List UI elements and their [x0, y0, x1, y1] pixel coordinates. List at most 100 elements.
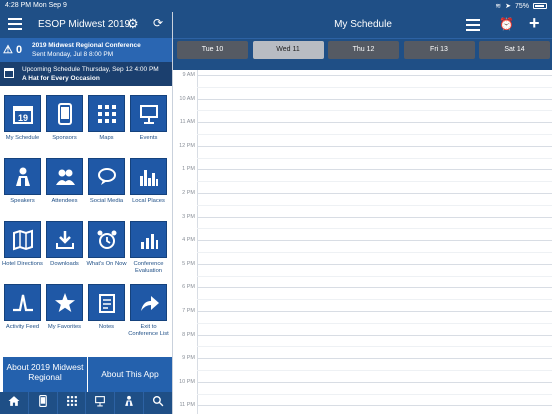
tab-bar — [0, 392, 172, 414]
hour-label: 11 AM — [179, 119, 195, 126]
hour-label: 5 PM — [182, 260, 195, 267]
day-tab-tue-10[interactable]: Tue 10 — [177, 41, 248, 59]
half-hour-line — [197, 86, 552, 88]
half-hour-line — [197, 252, 552, 253]
tile-label: Notes — [98, 324, 115, 330]
notification-title: 2019 Midwest Regional Conference — [32, 42, 141, 49]
speaker-icon — [4, 158, 41, 195]
upcoming-banner[interactable]: Upcoming Schedule Thursday, Sep 12 4:00 … — [0, 62, 172, 86]
half-hour-line — [197, 204, 552, 206]
grid-icon — [88, 95, 125, 132]
status-time-date: 4:28 PM Mon Sep 9 — [5, 2, 67, 9]
day-tab-thu-12[interactable]: Thu 12 — [328, 41, 399, 59]
day-tab-sat-14[interactable]: Sat 14 — [479, 41, 550, 59]
tab-speaker[interactable] — [115, 392, 145, 414]
tab-home[interactable] — [0, 392, 29, 414]
tile-social-media[interactable]: Social Media — [85, 158, 128, 205]
tab-mobile[interactable] — [29, 392, 58, 414]
about-app-button[interactable]: About This App — [88, 357, 172, 395]
tile-my-favorites[interactable]: My Favorites — [43, 284, 86, 331]
hour-label: 2 PM — [182, 190, 195, 196]
tile-label: My Favorites — [47, 324, 82, 330]
hour-label: 11 PM — [179, 402, 196, 409]
tile-attendees[interactable]: Attendees — [43, 158, 86, 205]
half-hour-line — [197, 299, 552, 301]
schedule-timeline[interactable]: 9 AM 10 AM 11 AM 12 PM 1 PM 2 PM 3 PM 4 PM 5 PM 6… — [173, 70, 552, 414]
notes-icon — [88, 284, 125, 321]
tile-label: Attendees — [51, 198, 78, 204]
tile-my-schedule[interactable]: 19 My Schedule — [1, 95, 44, 142]
battery-percent: 75% — [514, 2, 529, 10]
notification-banner[interactable]: ⚠ 0 2019 Midwest Regional Conference Sen… — [0, 38, 172, 62]
tile-label: Speakers — [10, 198, 35, 204]
hour-line — [197, 334, 552, 336]
hour-line — [197, 75, 552, 76]
tile-speakers[interactable]: Speakers — [1, 158, 44, 205]
hour-label: 10 AM — [179, 95, 195, 102]
presentation-icon — [94, 394, 106, 412]
half-hour-line — [197, 110, 552, 112]
day-selector: Tue 10 Wed 11 Thu 12 Fri 13 Sat 14 — [173, 38, 552, 70]
refresh-icon[interactable]: ⟳ — [153, 16, 163, 30]
notification-sent: Sent Monday, Jul 8 8:00 PM — [32, 51, 114, 58]
speaker-icon — [123, 394, 135, 412]
tile-conference-evaluation[interactable]: Conference Evaluation — [127, 221, 170, 275]
day-tab-wed-11[interactable]: Wed 11 — [252, 41, 324, 59]
tab-search[interactable] — [144, 392, 172, 414]
half-hour-line — [197, 134, 552, 135]
notification-count-value: 0 — [15, 44, 23, 56]
activity-icon — [4, 284, 41, 321]
skyline-icon — [130, 158, 167, 195]
about-event-button[interactable]: About 2019 Midwest Regional — [3, 357, 87, 395]
alarm-icon[interactable]: ⏰ — [499, 17, 514, 31]
tile-notes[interactable]: Notes — [85, 284, 128, 331]
tile-label: My Schedule — [5, 135, 40, 141]
tile-label: What's On Now — [86, 261, 127, 267]
search-icon — [152, 394, 164, 412]
menu-icon[interactable] — [8, 18, 22, 30]
tile-sponsors[interactable]: Sponsors — [43, 95, 86, 142]
list-icon[interactable] — [466, 19, 480, 34]
notification-count: ⚠ 0 — [3, 43, 22, 56]
hour-line — [197, 405, 552, 407]
hour-line — [197, 287, 552, 289]
tile-local-places[interactable]: Local Places — [127, 158, 170, 205]
page-title: My Schedule — [334, 19, 392, 30]
add-icon[interactable]: + — [529, 13, 540, 34]
tile-label: Local Places — [132, 198, 165, 204]
battery-icon — [533, 3, 547, 9]
tile-label: Hotel Directions — [2, 261, 43, 267]
star-icon — [46, 284, 83, 321]
hour-line — [197, 98, 552, 100]
day-tab-fri-13[interactable]: Fri 13 — [403, 41, 475, 59]
mobile-icon — [37, 394, 49, 412]
people-icon — [46, 158, 83, 195]
hour-line — [197, 358, 552, 360]
grid-icon — [66, 394, 78, 412]
status-date: Mon Sep 9 — [33, 2, 67, 9]
share-arrow-icon — [130, 284, 167, 321]
hour-line — [197, 145, 552, 147]
tile-downloads[interactable]: Downloads — [43, 221, 86, 268]
upcoming-title: A Hat for Every Occasion — [22, 75, 100, 82]
chat-icon — [88, 158, 125, 195]
hour-label: 8 PM — [182, 331, 195, 338]
tab-grid[interactable] — [58, 392, 87, 414]
tab-presentation[interactable] — [86, 392, 116, 414]
tile-maps[interactable]: Maps — [85, 95, 128, 142]
tile-label: Downloads — [50, 261, 79, 267]
hour-label: 7 PM — [182, 308, 195, 314]
tile-label: Sponsors — [52, 135, 77, 141]
gear-icon[interactable]: ⚙ — [127, 16, 139, 32]
presentation-icon — [130, 95, 167, 132]
tile-events[interactable]: Events — [127, 95, 170, 142]
half-hour-line — [197, 181, 552, 183]
tile-exit-to-conference-list[interactable]: Exit to Conference List — [127, 284, 170, 338]
hour-line — [197, 240, 552, 242]
tile-hotel-directions[interactable]: Hotel Directions — [1, 221, 44, 268]
tile-what-s-on-now[interactable]: What's On Now — [85, 221, 128, 268]
tile-activity-feed[interactable]: Activity Feed — [1, 284, 44, 331]
status-right: ≋ ➤ 75% — [495, 2, 547, 10]
tile-label: Activity Feed — [5, 324, 40, 330]
hour-label: 9 AM — [182, 72, 195, 78]
